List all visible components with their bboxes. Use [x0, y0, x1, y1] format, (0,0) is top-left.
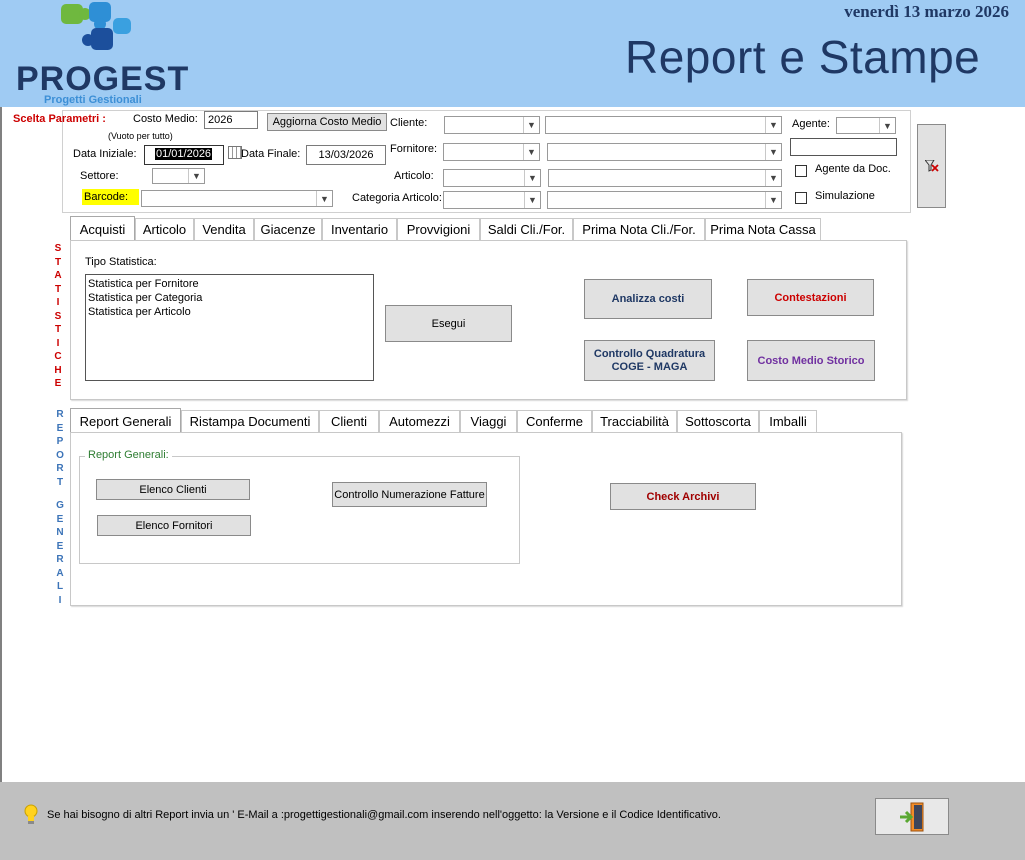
cliente-label: Cliente:: [390, 117, 428, 129]
controllo-quadratura-button[interactable]: Controllo Quadratura COGE - MAGA: [584, 340, 715, 381]
costo-medio-input[interactable]: 2026: [204, 111, 258, 129]
controllo-numerazione-button[interactable]: Controllo Numerazione Fatture: [332, 482, 487, 507]
agente-select[interactable]: ▼: [836, 117, 896, 134]
chevron-down-icon: ▼: [765, 192, 781, 208]
articolo-select[interactable]: ▼: [443, 169, 541, 187]
fornitore-select[interactable]: ▼: [443, 143, 540, 161]
simulazione-label: Simulazione: [815, 190, 875, 202]
articolo-label: Articolo:: [394, 170, 434, 182]
footer-bar: [0, 782, 1025, 860]
tab-automezzi[interactable]: Automezzi: [379, 410, 460, 432]
logo-subtitle: Progetti Gestionali: [44, 94, 142, 106]
costo-medio-storico-button[interactable]: Costo Medio Storico: [747, 340, 875, 381]
cliente-select[interactable]: ▼: [444, 116, 540, 134]
settore-select[interactable]: ▼: [152, 168, 205, 184]
page-title: Report e Stampe: [625, 31, 981, 83]
cliente-name-select[interactable]: ▼: [545, 116, 782, 134]
exit-door-icon: [900, 802, 924, 831]
tab-acquisti[interactable]: Acquisti: [70, 216, 135, 241]
tipo-statistica-list[interactable]: Statistica per Fornitore Statistica per …: [85, 274, 374, 381]
puzzle-logo-icon: [55, 0, 135, 60]
list-item[interactable]: Statistica per Categoria: [88, 291, 371, 305]
tab-clienti[interactable]: Clienti: [319, 410, 379, 432]
fornitore-label: Fornitore:: [390, 143, 438, 155]
settore-label: Settore:: [80, 170, 119, 182]
tab-conferme[interactable]: Conferme: [517, 410, 592, 432]
calendar-icon[interactable]: [228, 146, 242, 159]
exit-button[interactable]: [875, 798, 949, 835]
agente-input[interactable]: [790, 138, 897, 156]
report-generali-group: [79, 456, 520, 564]
tab-prima-nota-cli-for[interactable]: Prima Nota Cli./For.: [573, 218, 705, 240]
articolo-name-select[interactable]: ▼: [548, 169, 782, 187]
list-item[interactable]: Statistica per Articolo: [88, 305, 371, 319]
data-iniziale-input[interactable]: 01/01/2026: [144, 145, 224, 165]
analizza-costi-button[interactable]: Analizza costi: [584, 279, 712, 319]
report-tabs: Report Generali Ristampa Documenti Clien…: [70, 408, 830, 433]
check-archivi-button[interactable]: Check Archivi: [610, 483, 756, 510]
agente-da-doc-checkbox[interactable]: [795, 165, 807, 177]
chevron-down-icon: ▼: [765, 170, 781, 186]
footer-message: Se hai bisogno di altri Report invia un …: [47, 809, 721, 821]
tab-tracciabilita[interactable]: Tracciabilità: [592, 410, 677, 432]
left-border: [0, 107, 2, 782]
data-iniziale-label: Data Iniziale:: [73, 148, 137, 160]
chevron-down-icon: ▼: [523, 117, 539, 133]
aggiorna-costo-medio-button[interactable]: Aggiorna Costo Medio: [267, 113, 387, 131]
data-finale-label: Data Finale:: [241, 148, 301, 160]
tab-report-generali[interactable]: Report Generali: [70, 408, 181, 433]
vuoto-hint: (Vuoto per tutto): [108, 131, 173, 141]
agente-da-doc-label: Agente da Doc.: [815, 163, 891, 175]
statistiche-tabs: Acquisti Articolo Vendita Giacenze Inven…: [70, 216, 830, 241]
lightbulb-icon: [24, 804, 38, 826]
tab-viaggi[interactable]: Viaggi: [460, 410, 517, 432]
clear-filter-button[interactable]: [917, 124, 946, 208]
fornitore-name-select[interactable]: ▼: [547, 143, 782, 161]
chevron-down-icon: ▼: [316, 191, 332, 206]
categoria-label: Categoria Articolo:: [352, 192, 442, 204]
contestazioni-button[interactable]: Contestazioni: [747, 279, 874, 316]
barcode-select[interactable]: ▼: [141, 190, 333, 207]
data-finale-input[interactable]: 13/03/2026: [306, 145, 386, 165]
tab-imballi[interactable]: Imballi: [759, 410, 817, 432]
chevron-down-icon: ▼: [765, 144, 781, 160]
params-section-label: Scelta Parametri :: [13, 113, 106, 125]
elenco-clienti-button[interactable]: Elenco Clienti: [96, 479, 250, 500]
tab-giacenze[interactable]: Giacenze: [254, 218, 322, 240]
tab-saldi[interactable]: Saldi Cli./For.: [480, 218, 573, 240]
costo-medio-label: Costo Medio:: [133, 113, 198, 125]
tipo-statistica-label: Tipo Statistica:: [85, 256, 157, 268]
chevron-down-icon: ▼: [879, 118, 895, 133]
clear-filter-icon: [924, 160, 939, 172]
tab-vendita[interactable]: Vendita: [194, 218, 254, 240]
agente-label: Agente:: [792, 118, 830, 130]
current-date: venerdì 13 marzo 2026: [844, 2, 1009, 21]
tab-sottoscorta[interactable]: Sottoscorta: [677, 410, 759, 432]
categoria-select[interactable]: ▼: [443, 191, 541, 209]
barcode-label: Barcode:: [82, 189, 139, 205]
controllo-quadratura-line2: COGE - MAGA: [611, 360, 688, 373]
list-item[interactable]: Statistica per Fornitore: [88, 277, 371, 291]
generali-side-label: GENERALI: [56, 500, 64, 606]
chevron-down-icon: ▼: [524, 170, 540, 186]
esegui-button[interactable]: Esegui: [385, 305, 512, 342]
tab-articolo[interactable]: Articolo: [135, 218, 194, 240]
statistiche-side-label: STATISTICHE: [54, 243, 62, 389]
chevron-down-icon: ▼: [524, 192, 540, 208]
elenco-fornitori-button[interactable]: Elenco Fornitori: [97, 515, 251, 536]
report-generali-group-label: Report Generali:: [85, 449, 172, 461]
tab-ristampa-documenti[interactable]: Ristampa Documenti: [181, 410, 319, 432]
chevron-down-icon: ▼: [765, 117, 781, 133]
chevron-down-icon: ▼: [188, 169, 204, 183]
tab-inventario[interactable]: Inventario: [322, 218, 397, 240]
chevron-down-icon: ▼: [523, 144, 539, 160]
tab-provvigioni[interactable]: Provvigioni: [397, 218, 480, 240]
report-side-label: REPORT: [56, 409, 64, 488]
categoria-name-select[interactable]: ▼: [547, 191, 782, 209]
simulazione-checkbox[interactable]: [795, 192, 807, 204]
tab-prima-nota-cassa[interactable]: Prima Nota Cassa: [705, 218, 821, 240]
controllo-quadratura-line1: Controllo Quadratura: [593, 347, 706, 360]
data-iniziale-value: 01/01/2026: [155, 148, 213, 160]
